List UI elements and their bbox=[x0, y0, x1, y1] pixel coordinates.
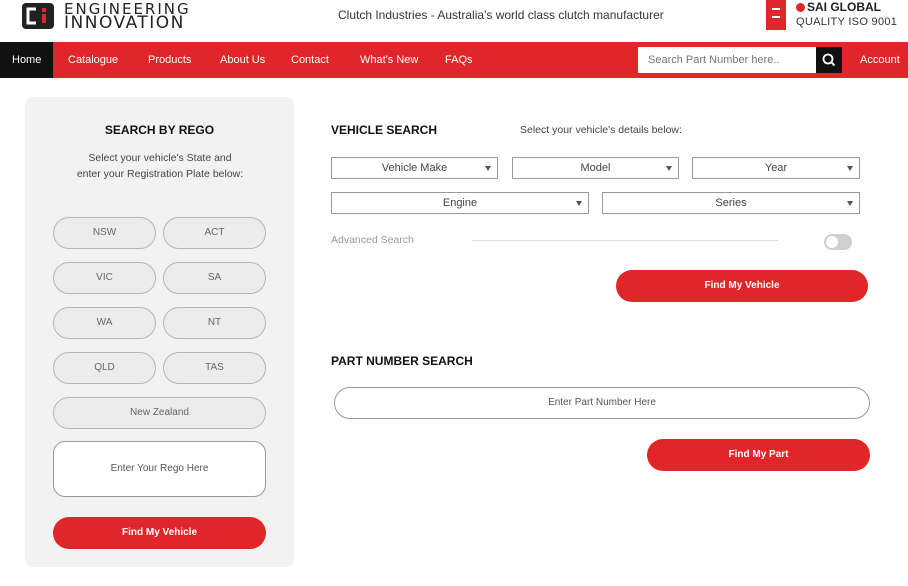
cert-stripe-icon bbox=[766, 0, 786, 30]
search-icon bbox=[822, 53, 836, 67]
logo-mark-icon bbox=[22, 3, 54, 29]
site-header: ENGINEERING INNOVATION Clutch Industries… bbox=[0, 0, 908, 42]
model-select[interactable]: Model bbox=[512, 157, 679, 179]
chevron-down-icon bbox=[847, 201, 853, 206]
vehicle-make-select-label: Vehicle Make bbox=[381, 162, 448, 174]
part-search-title: PART NUMBER SEARCH bbox=[331, 354, 473, 368]
year-select[interactable]: Year bbox=[692, 157, 860, 179]
engine-select[interactable]: Engine bbox=[331, 192, 589, 214]
series-select-label: Series bbox=[715, 197, 747, 209]
vehicle-search-hint: Select your vehicle's details below: bbox=[520, 124, 682, 136]
search-button[interactable] bbox=[816, 47, 842, 73]
rego-title: SEARCH BY REGO bbox=[104, 123, 215, 137]
nav-item-whats-new[interactable]: What's New bbox=[360, 42, 418, 78]
state-button-act[interactable]: ACT bbox=[163, 217, 266, 249]
rego-input[interactable]: Enter Your Rego Here bbox=[53, 441, 266, 497]
state-button-tas[interactable]: TAS bbox=[163, 352, 266, 384]
advanced-search-label: Advanced Search bbox=[331, 234, 414, 246]
sai-dot-icon bbox=[796, 3, 805, 12]
cert-logo-text: SAI GLOBAL bbox=[807, 0, 881, 14]
nav-item-contact[interactable]: Contact bbox=[291, 42, 329, 78]
state-button-vic[interactable]: VIC bbox=[53, 262, 156, 294]
state-button-sa[interactable]: SA bbox=[163, 262, 266, 294]
nav-item-faqs[interactable]: FAQs bbox=[445, 42, 473, 78]
state-button-new-zealand[interactable]: New Zealand bbox=[53, 397, 266, 429]
state-button-nsw[interactable]: NSW bbox=[53, 217, 156, 249]
site-logo[interactable]: ENGINEERING INNOVATION bbox=[22, 2, 212, 33]
engine-select-label: Engine bbox=[442, 197, 478, 209]
nav-item-about-us[interactable]: About Us bbox=[220, 42, 265, 78]
part-number-search-input[interactable] bbox=[638, 47, 816, 73]
state-button-wa[interactable]: WA bbox=[53, 307, 156, 339]
find-my-part-button[interactable]: Find My Part bbox=[647, 439, 870, 471]
vehicle-make-select[interactable]: Vehicle Make bbox=[331, 157, 498, 179]
nav-item-catalogue[interactable]: Catalogue bbox=[68, 42, 118, 78]
advanced-search-toggle[interactable] bbox=[824, 234, 852, 250]
state-button-nt[interactable]: NT bbox=[163, 307, 266, 339]
chevron-down-icon bbox=[847, 166, 853, 171]
cert-sub-text: QUALITY ISO 9001 bbox=[796, 16, 898, 28]
year-select-label: Year bbox=[764, 162, 788, 174]
vehicle-search-title: VEHICLE SEARCH bbox=[331, 123, 438, 137]
logo-line-2: INNOVATION bbox=[64, 13, 185, 33]
state-button-qld[interactable]: QLD bbox=[53, 352, 156, 384]
site-tagline: Clutch Industries - Australia's world cl… bbox=[338, 8, 664, 22]
find-my-vehicle-button[interactable]: Find My Vehicle bbox=[616, 270, 868, 302]
advanced-search-divider bbox=[472, 240, 778, 241]
part-number-input[interactable]: Enter Part Number Here bbox=[334, 387, 870, 419]
model-select-label: Model bbox=[580, 162, 611, 174]
chevron-down-icon bbox=[485, 166, 491, 171]
chevron-down-icon bbox=[666, 166, 672, 171]
nav-item-products[interactable]: Products bbox=[148, 42, 191, 78]
main-nav: Home Catalogue Products About Us Contact… bbox=[0, 42, 908, 78]
certification-badge: SAI GLOBAL QUALITY ISO 9001 bbox=[766, 0, 906, 34]
find-vehicle-by-rego-button[interactable]: Find My Vehicle bbox=[53, 517, 266, 549]
series-select[interactable]: Series bbox=[602, 192, 860, 214]
nav-item-home[interactable]: Home bbox=[0, 42, 54, 78]
rego-description: Select your vehicle's State and enter yo… bbox=[76, 152, 244, 180]
nav-item-account[interactable]: Account bbox=[860, 42, 900, 78]
chevron-down-icon bbox=[576, 201, 582, 206]
rego-search-panel: SEARCH BY REGO Select your vehicle's Sta… bbox=[25, 97, 294, 567]
